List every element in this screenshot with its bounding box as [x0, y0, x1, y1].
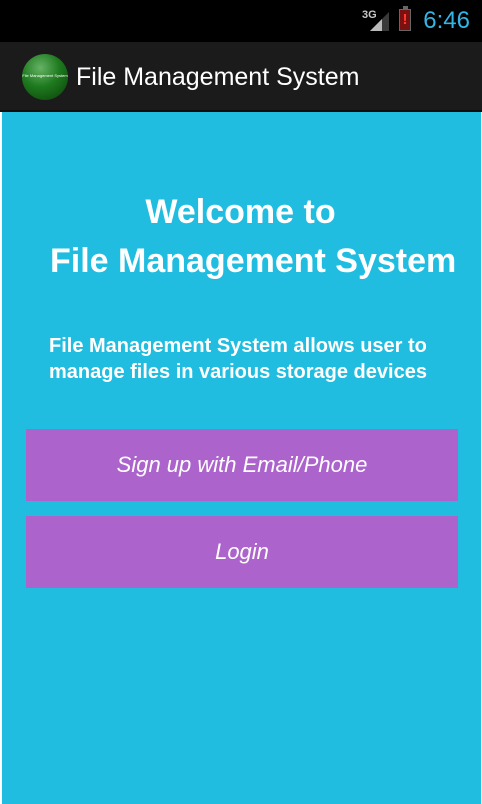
app-title: File Management System [76, 63, 360, 91]
app-logo-icon[interactable]: File Management System [22, 54, 68, 100]
status-bar: 3G ! 6:46 [0, 0, 482, 42]
signal-strength-icon [370, 12, 389, 31]
main-content: Welcome to File Management System File M… [2, 112, 481, 804]
welcome-heading-line1: Welcome to [145, 193, 336, 231]
login-button[interactable]: Login [26, 516, 458, 588]
action-bar: File Management System File Management S… [0, 42, 482, 112]
battery-icon: ! [399, 6, 411, 31]
app-logo-text: File Management System [22, 73, 68, 78]
battery-alert-icon: ! [402, 11, 408, 28]
signup-button[interactable]: Sign up with Email/Phone [26, 429, 458, 501]
app-description: File Management System allows user to ma… [49, 335, 427, 383]
clock: 6:46 [423, 7, 470, 34]
welcome-heading-line2: File Management System [50, 242, 457, 280]
